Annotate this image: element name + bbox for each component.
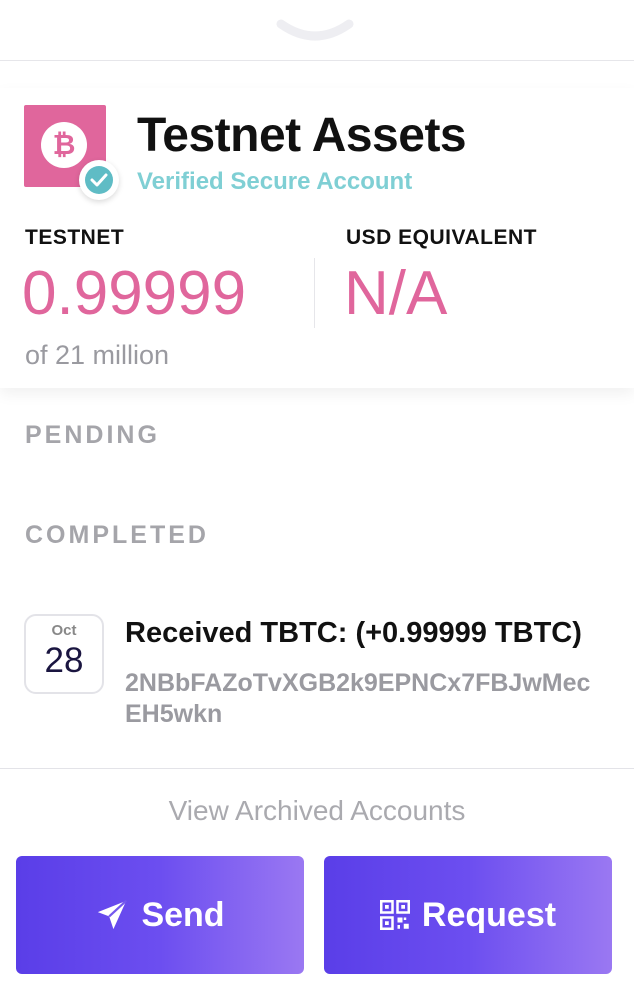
paper-plane-icon <box>95 898 129 932</box>
date-month: Oct <box>51 622 77 639</box>
transaction-title: Received TBTC: (+0.99999 TBTC) <box>125 617 582 649</box>
balance-divider <box>314 258 315 328</box>
testnet-balance: 0.99999 <box>22 259 247 328</box>
supply-note: of 21 million <box>25 340 170 370</box>
date-day: 28 <box>44 641 84 680</box>
account-title: Testnet Assets <box>137 109 467 162</box>
send-button[interactable]: Send <box>16 856 304 974</box>
completed-heading: COMPLETED <box>25 521 209 549</box>
qr-code-icon <box>379 900 410 930</box>
chevron-down-icon[interactable] <box>275 16 355 48</box>
testnet-label: TESTNET <box>25 226 125 249</box>
date-badge: Oct 28 <box>24 614 104 694</box>
bitcoin-icon: ₿ <box>41 122 87 168</box>
account-screen: ₿ Testnet Assets Verified Secure Account… <box>0 0 634 997</box>
send-label: Send <box>141 895 225 934</box>
sheet-handle[interactable] <box>0 0 634 61</box>
transaction-item[interactable]: Oct 28 Received TBTC: (+0.99999 TBTC) 2N… <box>0 600 634 740</box>
account-card: ₿ Testnet Assets Verified Secure Account… <box>0 88 634 388</box>
transaction-address: 2NBbFAZoTvXGB2k9EPNCx7FBJwMecEH5wkn <box>125 669 591 728</box>
usd-balance: N/A <box>344 259 448 328</box>
check-circle-icon <box>85 166 113 194</box>
request-label: Request <box>421 895 557 934</box>
account-subtitle: Verified Secure Account <box>137 168 413 195</box>
view-archived-link[interactable]: View Archived Accounts <box>0 795 634 827</box>
footer-divider <box>0 768 634 769</box>
usd-label: USD EQUIVALENT <box>346 226 537 249</box>
pending-heading: PENDING <box>25 421 160 449</box>
request-button[interactable]: Request <box>324 856 612 974</box>
verified-badge <box>79 160 119 200</box>
